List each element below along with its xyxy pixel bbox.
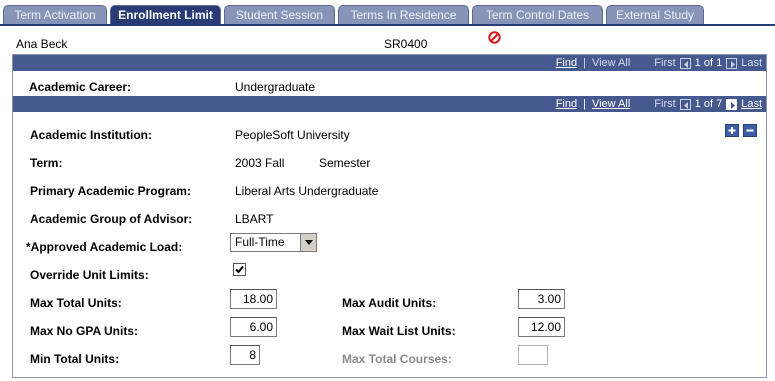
advisor-group-label: Academic Group of Advisor:: [30, 212, 193, 226]
career-position: 1 of 1: [694, 57, 723, 69]
term-next-button[interactable]: [726, 98, 738, 110]
tab-external-study[interactable]: External Study: [606, 5, 704, 24]
override-unit-limits-checkbox[interactable]: [233, 263, 246, 276]
term-value: 2003 Fall: [235, 156, 285, 170]
academic-career-label: Academic Career:: [29, 80, 132, 94]
career-first: First: [654, 57, 676, 69]
tab-terms-in-residence[interactable]: Terms In Residence: [338, 5, 469, 24]
max-no-gpa-units-label: Max No GPA Units:: [30, 324, 139, 338]
academic-career-value: Undergraduate: [235, 80, 316, 94]
primary-program-label: Primary Academic Program:: [30, 184, 191, 198]
add-row-button[interactable]: [725, 124, 739, 137]
term-prev-button: [679, 98, 691, 110]
academic-load-label: *Approved Academic Load:: [26, 240, 183, 254]
delete-row-button[interactable]: [743, 124, 757, 137]
term-last-link[interactable]: Last: [741, 98, 762, 110]
primary-program-value: Liberal Arts Undergraduate: [235, 184, 379, 198]
career-prev-button: [679, 57, 691, 69]
term-description: Semester: [319, 156, 371, 170]
term-view-all-link[interactable]: View All: [592, 98, 630, 110]
academic-institution-value: PeopleSoft University: [235, 128, 350, 142]
career-next-button: [726, 57, 738, 69]
academic-load-value: Full-Time: [235, 235, 285, 249]
tab-bar: Term Activation Enrollment Limit Student…: [0, 5, 775, 24]
min-total-units-label: Min Total Units:: [30, 352, 120, 366]
max-audit-units-input[interactable]: 3.00: [518, 289, 565, 309]
max-audit-units-label: Max Audit Units:: [342, 296, 437, 310]
tab-student-session[interactable]: Student Session: [224, 5, 335, 24]
max-total-courses-label: Max Total Courses:: [342, 352, 452, 366]
chevron-down-icon: [300, 234, 316, 251]
academic-load-select[interactable]: Full-Time: [230, 233, 317, 252]
override-unit-limits-label: Override Unit Limits:: [30, 268, 149, 282]
tab-underline: [0, 24, 775, 26]
career-find-link[interactable]: Find: [556, 57, 577, 69]
minus-icon: [746, 129, 754, 132]
tab-term-control-dates[interactable]: Term Control Dates: [472, 5, 603, 24]
term-first: First: [654, 98, 676, 110]
term-label: Term:: [30, 156, 63, 170]
career-nav-bar: Find | View All First 1 of 1 Last: [13, 55, 766, 71]
student-id: SR0400: [384, 37, 428, 51]
career-last: Last: [741, 57, 762, 69]
max-wait-list-units-label: Max Wait List Units:: [342, 324, 456, 338]
max-total-courses-input: [518, 345, 548, 365]
tab-enrollment-limit[interactable]: Enrollment Limit: [110, 5, 221, 24]
checkmark-icon: [235, 265, 244, 274]
term-find-link[interactable]: Find: [556, 98, 577, 110]
max-total-units-label: Max Total Units:: [30, 296, 122, 310]
max-no-gpa-units-input[interactable]: 6.00: [230, 317, 277, 337]
tab-term-activation[interactable]: Term Activation: [3, 5, 107, 24]
career-view-all: View All: [591, 57, 631, 69]
max-total-units-input[interactable]: 18.00: [230, 289, 277, 309]
advisor-group-value: LBART: [235, 212, 274, 226]
max-wait-list-units-input[interactable]: 12.00: [518, 317, 565, 337]
plus-icon: [728, 127, 736, 134]
stop-icon: [488, 31, 501, 44]
term-nav-bar: Find | View All First 1 of 7 Last: [13, 96, 766, 112]
academic-institution-label: Academic Institution:: [30, 128, 153, 142]
student-name: Ana Beck: [16, 37, 68, 51]
min-total-units-input[interactable]: 8: [230, 345, 260, 365]
term-position: 1 of 7: [694, 98, 723, 110]
